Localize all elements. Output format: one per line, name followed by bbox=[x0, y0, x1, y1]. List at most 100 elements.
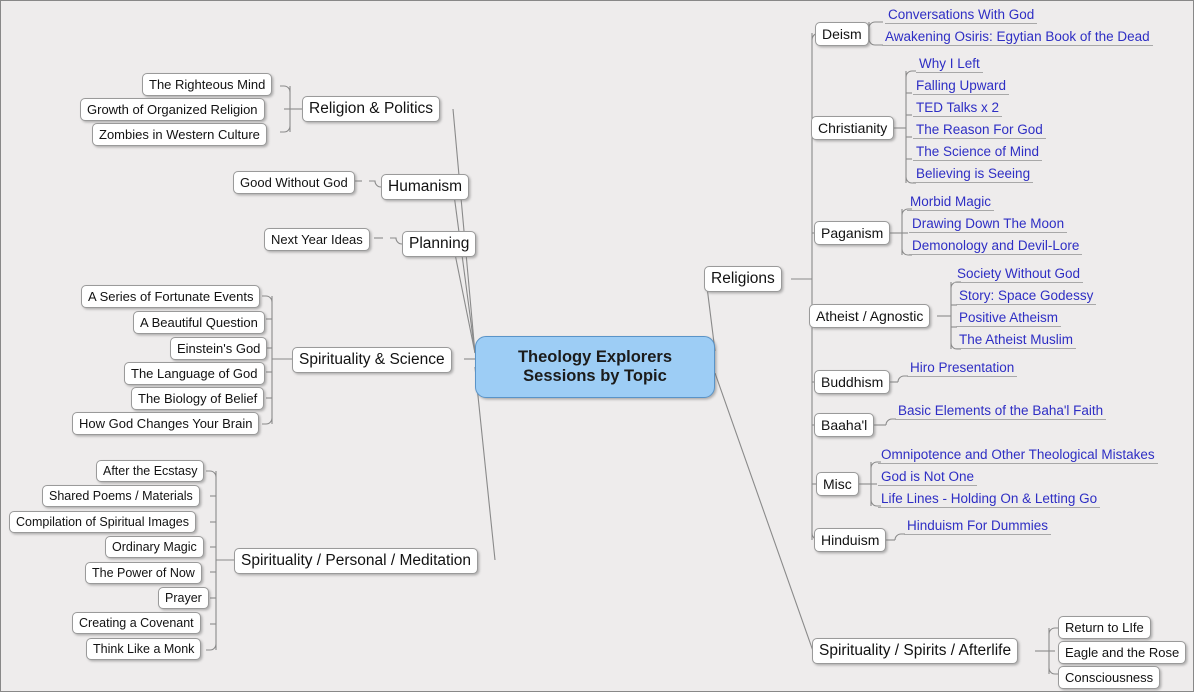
leaf-label: A Series of Fortunate Events bbox=[88, 289, 254, 304]
link-omnipotence-and-other-theological-mistakes[interactable]: Omnipotence and Other Theological Mistak… bbox=[878, 444, 1158, 464]
link-believing-is-seeing[interactable]: Believing is Seeing bbox=[913, 163, 1034, 183]
branch-label: Religions bbox=[711, 270, 775, 287]
link-hiro-presentation[interactable]: Hiro Presentation bbox=[907, 357, 1018, 377]
leaf-label: Consciousness bbox=[1065, 670, 1154, 685]
subbranch-label: Christianity bbox=[818, 120, 888, 136]
subbranch-christianity[interactable]: Christianity bbox=[811, 116, 895, 140]
branch-spirituality-science[interactable]: Spirituality & Science bbox=[292, 347, 452, 373]
link-why-i-left[interactable]: Why I Left bbox=[916, 53, 983, 73]
link-story-space-godessy[interactable]: Story: Space Godessy bbox=[956, 285, 1097, 305]
branch-label: Spirituality / Spirits / Afterlife bbox=[819, 642, 1012, 659]
link-conversations-with-god[interactable]: Conversations With God bbox=[885, 4, 1038, 24]
leaf-label: Einstein's God bbox=[177, 341, 261, 356]
leaf-label: After the Ecstasy bbox=[103, 464, 198, 478]
root-node[interactable]: Theology Explorers Sessions by Topic bbox=[475, 336, 715, 398]
link-label: Why I Left bbox=[919, 56, 980, 71]
link-society-without-god[interactable]: Society Without God bbox=[954, 263, 1084, 283]
leaf-label: Prayer bbox=[165, 591, 202, 605]
leaf-label: Growth of Organized Religion bbox=[87, 102, 258, 117]
subbranch-atheist-agnostic[interactable]: Atheist / Agnostic bbox=[809, 304, 931, 328]
link-god-is-not-one[interactable]: God is Not One bbox=[878, 466, 978, 486]
link-label: The Science of Mind bbox=[916, 144, 1040, 159]
leaf-the-power-of-now[interactable]: The Power of Now bbox=[85, 562, 202, 584]
link-label: God is Not One bbox=[881, 469, 975, 484]
leaf-label: The Language of God bbox=[131, 366, 258, 381]
branch-humanism[interactable]: Humanism bbox=[381, 174, 470, 200]
link-falling-upward[interactable]: Falling Upward bbox=[913, 75, 1010, 95]
leaf-next-year-ideas[interactable]: Next Year Ideas bbox=[264, 228, 370, 251]
leaf-label: Eagle and the Rose bbox=[1065, 645, 1180, 660]
link-the-reason-for-god[interactable]: The Reason For God bbox=[913, 119, 1046, 139]
leaf-the-language-of-god[interactable]: The Language of God bbox=[124, 362, 265, 385]
link-basic-elements-of-the-bahai-faith[interactable]: Basic Elements of the Baha'l Faith bbox=[895, 400, 1107, 420]
leaf-think-like-a-monk[interactable]: Think Like a Monk bbox=[86, 638, 202, 660]
branch-planning[interactable]: Planning bbox=[402, 231, 477, 257]
link-label: Story: Space Godessy bbox=[959, 288, 1094, 303]
leaf-compilation-of-spiritual-images[interactable]: Compilation of Spiritual Images bbox=[9, 511, 196, 533]
branch-label: Planning bbox=[409, 235, 470, 252]
leaf-label: Good Without God bbox=[240, 175, 348, 190]
link-hinduism-for-dummies[interactable]: Hinduism For Dummies bbox=[904, 515, 1052, 535]
subbranch-label: Deism bbox=[822, 26, 862, 42]
leaf-good-without-god[interactable]: Good Without God bbox=[233, 171, 355, 194]
subbranch-paganism[interactable]: Paganism bbox=[814, 221, 891, 245]
leaf-ordinary-magic[interactable]: Ordinary Magic bbox=[105, 536, 204, 558]
link-life-lines-holding-on-letting-go[interactable]: Life Lines - Holding On & Letting Go bbox=[878, 488, 1101, 508]
link-demonology-and-devil-lore[interactable]: Demonology and Devil-Lore bbox=[909, 235, 1083, 255]
branch-label: Religion & Politics bbox=[309, 100, 434, 117]
branch-spirituality-personal-meditation[interactable]: Spirituality / Personal / Meditation bbox=[234, 548, 479, 574]
leaf-shared-poems-materials[interactable]: Shared Poems / Materials bbox=[42, 485, 200, 507]
subbranch-label: Buddhism bbox=[821, 374, 884, 390]
link-label: Drawing Down The Moon bbox=[912, 216, 1065, 231]
leaf-consciousness[interactable]: Consciousness bbox=[1058, 666, 1161, 689]
branch-label: Spirituality & Science bbox=[299, 351, 445, 368]
link-label: The Reason For God bbox=[916, 122, 1043, 137]
link-drawing-down-the-moon[interactable]: Drawing Down The Moon bbox=[909, 213, 1068, 233]
leaf-label: Creating a Covenant bbox=[79, 616, 194, 630]
leaf-how-god-changes-your-brain[interactable]: How God Changes Your Brain bbox=[72, 412, 260, 435]
branch-religions[interactable]: Religions bbox=[704, 266, 782, 292]
link-positive-atheism[interactable]: Positive Atheism bbox=[956, 307, 1062, 327]
leaf-eagle-and-the-rose[interactable]: Eagle and the Rose bbox=[1058, 641, 1187, 664]
link-label: Hinduism For Dummies bbox=[907, 518, 1049, 533]
link-ted-talks-x2[interactable]: TED Talks x 2 bbox=[913, 97, 1003, 117]
leaf-label: Think Like a Monk bbox=[93, 642, 195, 656]
subbranch-deism[interactable]: Deism bbox=[815, 22, 869, 46]
link-label: Hiro Presentation bbox=[910, 360, 1015, 375]
subbranch-buddhism[interactable]: Buddhism bbox=[814, 370, 891, 394]
link-label: Positive Atheism bbox=[959, 310, 1059, 325]
link-awakening-osiris[interactable]: Awakening Osiris: Egytian Book of the De… bbox=[882, 26, 1153, 46]
leaf-einsteins-god[interactable]: Einstein's God bbox=[170, 337, 268, 360]
branch-spirituality-spirits-afterlife[interactable]: Spirituality / Spirits / Afterlife bbox=[812, 638, 1019, 664]
subbranch-label: Misc bbox=[823, 476, 852, 492]
subbranch-hinduism[interactable]: Hinduism bbox=[814, 528, 887, 552]
subbranch-bahai[interactable]: Baaha'l bbox=[814, 413, 875, 437]
leaf-zombies-in-western-culture[interactable]: Zombies in Western Culture bbox=[92, 123, 267, 146]
subbranch-misc[interactable]: Misc bbox=[816, 472, 859, 496]
leaf-label: Compilation of Spiritual Images bbox=[16, 515, 189, 529]
leaf-label: Return to LIfe bbox=[1065, 620, 1144, 635]
root-label: Theology Explorers Sessions by Topic bbox=[518, 348, 672, 386]
root-label-line2: Sessions by Topic bbox=[523, 367, 667, 385]
link-morbid-magic[interactable]: Morbid Magic bbox=[907, 191, 995, 211]
subbranch-label: Paganism bbox=[821, 225, 884, 241]
leaf-label: The Righteous Mind bbox=[149, 77, 266, 92]
leaf-growth-of-organized-religion[interactable]: Growth of Organized Religion bbox=[80, 98, 265, 121]
leaf-the-righteous-mind[interactable]: The Righteous Mind bbox=[142, 73, 273, 96]
leaf-the-biology-of-belief[interactable]: The Biology of Belief bbox=[131, 387, 265, 410]
branch-religion-politics[interactable]: Religion & Politics bbox=[302, 96, 441, 122]
leaf-after-the-ecstasy[interactable]: After the Ecstasy bbox=[96, 460, 205, 482]
leaf-creating-a-covenant[interactable]: Creating a Covenant bbox=[72, 612, 201, 634]
leaf-prayer[interactable]: Prayer bbox=[158, 587, 209, 609]
leaf-label: The Power of Now bbox=[92, 566, 195, 580]
leaf-return-to-life[interactable]: Return to LIfe bbox=[1058, 616, 1151, 639]
subbranch-label: Hinduism bbox=[821, 532, 880, 548]
leaf-a-series-of-fortunate-events[interactable]: A Series of Fortunate Events bbox=[81, 285, 261, 308]
leaf-label: Zombies in Western Culture bbox=[99, 127, 260, 142]
leaf-a-beautiful-question[interactable]: A Beautiful Question bbox=[133, 311, 265, 334]
link-the-science-of-mind[interactable]: The Science of Mind bbox=[913, 141, 1043, 161]
link-label: Morbid Magic bbox=[910, 194, 992, 209]
link-label: Conversations With God bbox=[888, 7, 1035, 22]
link-the-atheist-muslim[interactable]: The Atheist Muslim bbox=[956, 329, 1077, 349]
leaf-label: A Beautiful Question bbox=[140, 315, 258, 330]
